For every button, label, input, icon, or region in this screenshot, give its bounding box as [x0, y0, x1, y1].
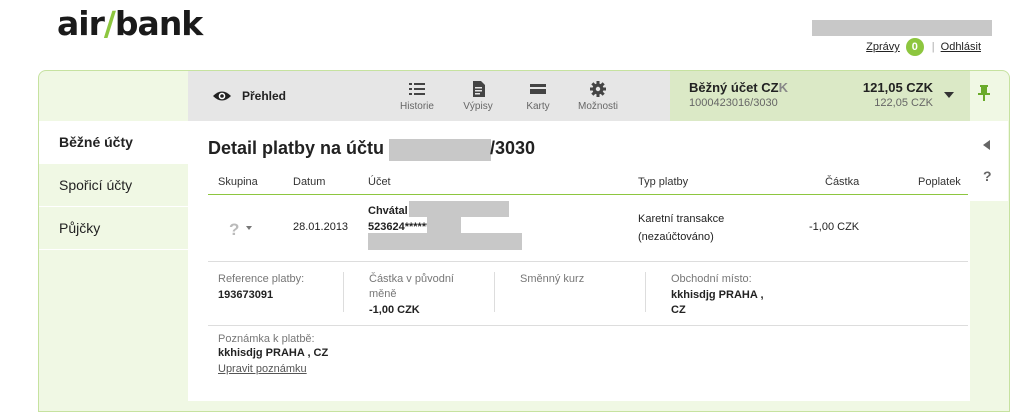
column-header-date: Datum — [293, 176, 326, 188]
reference-value: 193673091 — [218, 289, 274, 301]
account-balance: 121,05 CZK — [862, 80, 933, 95]
help-icon[interactable]: ? — [983, 168, 992, 184]
redacted-user-name — [812, 20, 992, 36]
nav-cards-label: Karty — [526, 101, 550, 112]
reference-label: Reference platby: — [218, 273, 305, 285]
nav-statements[interactable]: Výpisy — [448, 80, 508, 112]
exchange-rate-label: Směnný kurz — [520, 273, 585, 285]
overview-link[interactable]: Přehled — [212, 89, 286, 103]
account-name-tail: K — [778, 80, 788, 95]
sidebar: Běžné účty Spořicí účty Půjčky — [39, 121, 188, 250]
logo-text-air: air — [57, 4, 105, 43]
info-divider-2 — [494, 272, 495, 312]
header-divider — [208, 194, 968, 195]
merchant-label: Obchodní místo: — [671, 273, 752, 285]
info-divider — [208, 325, 968, 326]
account-available-balance: 122,05 CZK — [874, 97, 933, 109]
logout-link[interactable]: Odhlásit — [941, 41, 981, 53]
info-divider-1 — [343, 272, 344, 312]
logo-text-bank: bank — [114, 4, 203, 43]
right-panel — [970, 121, 1008, 201]
account-name: Běžný účet CZK — [689, 80, 788, 95]
row-divider — [208, 261, 968, 262]
eye-icon — [213, 91, 231, 101]
counterparty-card-number: 523624****** — [368, 221, 431, 233]
nav-statements-label: Výpisy — [463, 101, 493, 112]
counterparty-name: Chvátal — [368, 205, 408, 217]
gear-icon — [568, 80, 628, 98]
note-value: kkhisdjg PRAHA , CZ — [218, 347, 329, 359]
nav-history-label: Historie — [400, 101, 434, 112]
nav-cards[interactable]: Karty — [508, 80, 568, 112]
page-title-suffix: /3030 — [490, 138, 536, 158]
column-header-payment-type: Typ platby — [638, 176, 689, 188]
payment-type-line2: (nezaúčtováno) — [638, 231, 714, 243]
column-header-group: Skupina — [218, 176, 258, 188]
collapse-arrow-icon[interactable] — [983, 140, 990, 150]
sidebar-item-loans[interactable]: Půjčky — [39, 207, 188, 250]
account-number: 1000423016/3030 — [689, 97, 778, 109]
edit-note-link[interactable]: Upravit poznámku — [218, 363, 307, 375]
list-icon — [387, 80, 447, 98]
sidebar-item-current-accounts[interactable]: Běžné účty — [39, 121, 188, 164]
note-label: Poznámka k platbě: — [218, 333, 315, 345]
air-bank-logo: air/bank — [57, 4, 203, 43]
overview-label: Přehled — [242, 89, 287, 103]
original-amount-value: -1,00 CZK — [369, 304, 420, 316]
original-amount-label-2: měně — [369, 288, 397, 300]
card-icon — [508, 80, 568, 98]
document-icon — [448, 80, 508, 98]
redacted-account-line — [368, 233, 522, 250]
messages-count-badge[interactable]: 0 — [905, 38, 924, 56]
page-title: Detail platby na účtu — [208, 138, 385, 158]
redacted-card-digits — [427, 217, 461, 233]
header-separator: | — [931, 41, 935, 53]
redacted-account-number — [389, 139, 491, 161]
original-amount-label-1: Částka v původní — [369, 273, 454, 285]
chevron-down-icon[interactable] — [944, 92, 954, 98]
payment-type-line1: Karetní transakce — [638, 213, 725, 225]
column-header-account: Účet — [368, 176, 391, 188]
nav-options[interactable]: Možnosti — [568, 80, 628, 112]
sidebar-item-savings-accounts[interactable]: Spořicí účty — [39, 164, 188, 207]
group-unknown-icon[interactable]: ? — [229, 220, 239, 240]
column-header-fee: Poplatek — [918, 176, 961, 188]
nav-history[interactable]: Historie — [387, 80, 447, 112]
account-name-main: Běžný účet CZ — [689, 80, 779, 95]
merchant-value-1: kkhisdjg PRAHA , — [671, 289, 764, 301]
header-links: Zprávy 0 | Odhlásit — [866, 38, 981, 56]
nav-options-label: Možnosti — [577, 101, 618, 112]
account-selector[interactable] — [670, 71, 970, 121]
info-divider-3 — [645, 272, 646, 312]
column-header-amount: Částka — [825, 176, 860, 188]
transaction-date: 28.01.2013 — [293, 221, 349, 233]
redacted-name — [409, 201, 509, 217]
transaction-amount: -1,00 CZK — [809, 221, 860, 233]
group-dropdown-icon[interactable] — [246, 226, 252, 230]
merchant-value-2: CZ — [671, 304, 686, 316]
messages-link[interactable]: Zprávy — [866, 41, 900, 53]
logo-slash: / — [103, 4, 116, 43]
pin-icon[interactable] — [978, 85, 990, 106]
